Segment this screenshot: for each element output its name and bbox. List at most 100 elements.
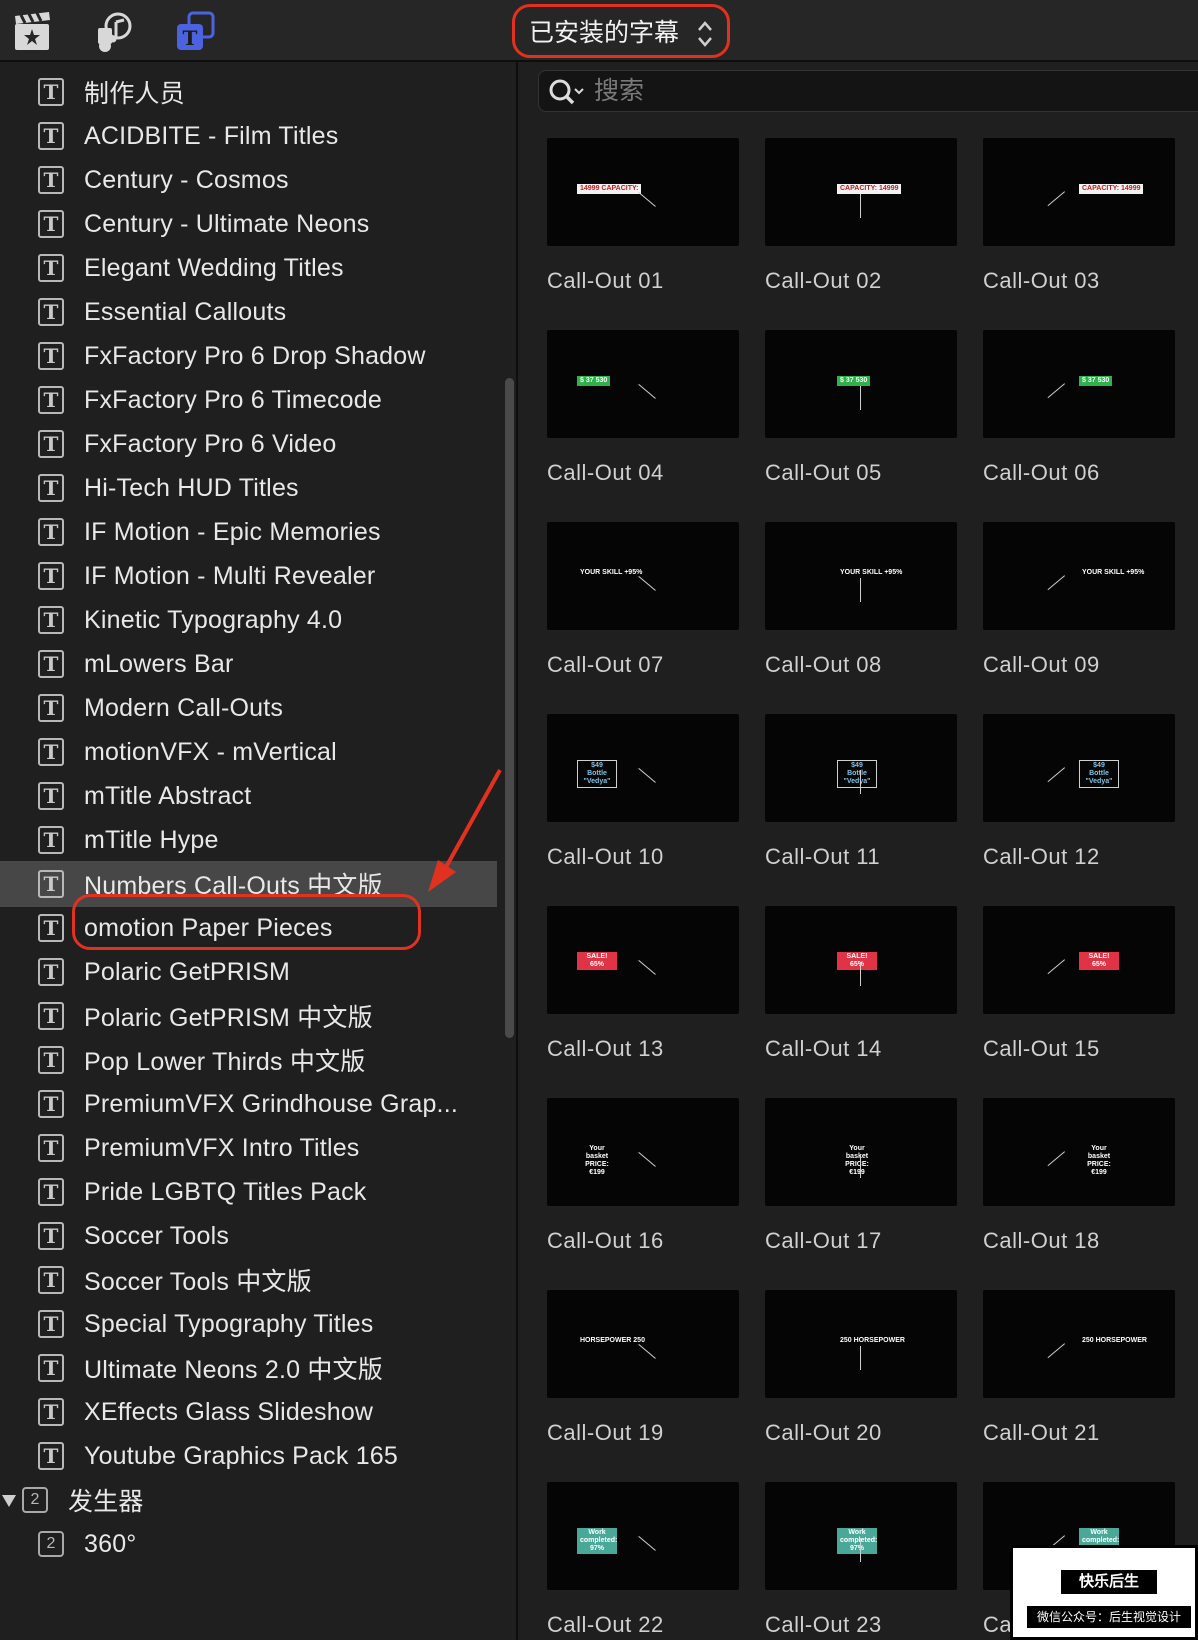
title-thumbnail: $ 37 530 (983, 330, 1175, 438)
title-template-icon: T (38, 1354, 64, 1382)
sidebar-item-label: Ultimate Neons 2.0 中文版 (84, 1356, 383, 1384)
title-tile-label: Call-Out 11 (765, 844, 881, 869)
title-template-icon: T (38, 1266, 64, 1294)
sidebar-group-label: 发生器 (68, 1488, 144, 1516)
sidebar-item[interactable]: T PremiumVFX Grindhouse Grap... (0, 1081, 497, 1127)
sidebar-scrollbar[interactable] (505, 378, 514, 1038)
sidebar-item[interactable]: T FxFactory Pro 6 Drop Shadow (0, 333, 497, 379)
title-tile-label: Call-Out 15 (983, 1036, 1100, 1061)
thumbnail-callout-tag: SALE! 65% (1079, 952, 1119, 970)
search-icon[interactable] (547, 77, 587, 112)
title-tile-label: Call-Out 21 (983, 1420, 1100, 1445)
sidebar-item-label: FxFactory Pro 6 Video (84, 429, 337, 458)
sidebar-item[interactable]: T Pop Lower Thirds 中文版 (0, 1037, 497, 1083)
sidebar-item[interactable]: T Soccer Tools 中文版 (0, 1257, 497, 1303)
thumbnail-callout-tag: CAPACITY: 14999 (1079, 184, 1144, 194)
sidebar-item[interactable]: T Kinetic Typography 4.0 (0, 597, 497, 643)
title-tile-label: Call-Out 22 (547, 1612, 664, 1637)
installed-titles-popup[interactable]: 已安装的字幕 (512, 4, 730, 58)
title-tile-label: Call-Out 04 (547, 460, 664, 485)
watermark-title: 快乐后生 (1061, 1570, 1157, 1594)
sidebar-item-label: Essential Callouts (84, 297, 287, 326)
thumbnail-leader-line (860, 770, 861, 794)
thumbnail-leader-line (860, 1538, 861, 1562)
sidebar-item-label: Youtube Graphics Pack 165 (84, 1441, 399, 1470)
title-tile-label: Call-Out 12 (983, 844, 1100, 869)
sidebar-item-label: mTitle Abstract (84, 781, 252, 810)
thumbnail-leader-line (638, 576, 656, 591)
title-thumbnail: YOUR SKILL +95% (765, 522, 957, 630)
sidebar-item-label: Century - Cosmos (84, 165, 289, 194)
sidebar-item[interactable]: T XEffects Glass Slideshow (0, 1389, 497, 1435)
sidebar-item-label: Modern Call-Outs (84, 693, 284, 722)
title-thumbnail: Your basket PRICE: €199 (983, 1098, 1175, 1206)
title-thumbnail: 250 HORSEPOWER (983, 1290, 1175, 1398)
sidebar-item[interactable]: T Youtube Graphics Pack 165 (0, 1433, 497, 1479)
title-thumbnail: Work completed: 97% (765, 1482, 957, 1590)
sidebar-item-label: mTitle Hype (84, 825, 219, 854)
sidebar-item-label: omotion Paper Pieces (84, 913, 333, 942)
sidebar-item[interactable]: T Ultimate Neons 2.0 中文版 (0, 1345, 497, 1391)
thumbnail-leader-line (638, 768, 656, 783)
sidebar-item[interactable]: T 制作人员 (0, 69, 497, 115)
search-input[interactable] (594, 75, 1174, 107)
sidebar-group-generators[interactable]: 2 发生器 (0, 1477, 497, 1523)
title-thumbnail: YOUR SKILL +95% (547, 522, 739, 630)
sidebar-item-label: Pop Lower Thirds 中文版 (84, 1048, 366, 1076)
title-template-icon: T (38, 1222, 64, 1250)
toolbar: T 已安装的字幕 (0, 0, 1198, 62)
title-template-icon: T (38, 738, 64, 766)
sidebar-item-label: Elegant Wedding Titles (84, 253, 344, 282)
title-template-icon: T (38, 826, 64, 854)
title-thumbnail: Your basket PRICE: €199 (547, 1098, 739, 1206)
sidebar-item[interactable]: T IF Motion - Epic Memories (0, 509, 497, 555)
sidebar-item-label: mLowers Bar (84, 649, 234, 678)
sidebar-item[interactable]: T Soccer Tools (0, 1213, 497, 1259)
title-template-icon: T (38, 386, 64, 414)
title-tile-label: Call-Out 05 (765, 460, 882, 485)
title-template-icon: T (38, 342, 64, 370)
sidebar-item[interactable]: T PremiumVFX Intro Titles (0, 1125, 497, 1171)
installed-titles-label: 已安装的字幕 (529, 19, 680, 47)
sidebar-item[interactable]: T FxFactory Pro 6 Video (0, 421, 497, 467)
thumbnail-callout-tag: Your basket PRICE: €199 (585, 1145, 609, 1176)
sidebar-item-generator[interactable]: 2 360° (0, 1521, 497, 1567)
title-template-icon: T (38, 1178, 64, 1206)
title-template-icon: T (38, 474, 64, 502)
sidebar-item[interactable]: T Hi-Tech HUD Titles (0, 465, 497, 511)
sidebar-item[interactable]: T Essential Callouts (0, 289, 497, 335)
title-tile-label: Call-Out 17 (765, 1228, 882, 1253)
disclosure-triangle-icon[interactable] (2, 1495, 16, 1507)
title-thumbnail: 14999 CAPACITY: (547, 138, 739, 246)
sidebar-item[interactable]: T Special Typography Titles (0, 1301, 497, 1347)
title-thumbnail: SALE! 65% (765, 906, 957, 1014)
titles-icon[interactable]: T (175, 10, 219, 54)
title-template-icon: T (38, 1134, 64, 1162)
sidebar-item-label: PremiumVFX Grindhouse Grap... (84, 1089, 458, 1118)
title-template-icon: T (38, 1090, 64, 1118)
thumbnail-leader-line (1047, 383, 1065, 399)
sidebar-item[interactable]: T Modern Call-Outs (0, 685, 497, 731)
sidebar-item[interactable]: T FxFactory Pro 6 Timecode (0, 377, 497, 423)
sidebar-item-label: Kinetic Typography 4.0 (84, 605, 343, 634)
sidebar-item-label: Century - Ultimate Neons (84, 209, 370, 238)
sidebar-item[interactable]: T Century - Ultimate Neons (0, 201, 497, 247)
sidebar-item[interactable]: T Pride LGBTQ Titles Pack (0, 1169, 497, 1215)
generator-badge-icon: 2 (22, 1487, 48, 1513)
sidebar-item[interactable]: T IF Motion - Multi Revealer (0, 553, 497, 599)
sidebar-item[interactable]: T Polaric GetPRISM (0, 949, 497, 995)
thumbnail-leader-line (1047, 767, 1065, 783)
sidebar-item[interactable]: T Elegant Wedding Titles (0, 245, 497, 291)
thumbnail-callout-tag: $ 37 530 (577, 376, 611, 386)
title-tile-label: Call-Out 13 (547, 1036, 664, 1061)
sidebar-item[interactable]: Tomotion Paper Pieces (0, 905, 497, 951)
sidebar-item[interactable]: T Century - Cosmos (0, 157, 497, 203)
thumbnail-leader-line (1047, 959, 1065, 975)
music-icon[interactable] (92, 10, 136, 54)
clapper-icon[interactable] (11, 10, 55, 54)
sidebar-item[interactable]: TmLowers Bar (0, 641, 497, 687)
sidebar-item[interactable]: T Polaric GetPRISM 中文版 (0, 993, 497, 1039)
title-tile-label: Call-Out 03 (983, 268, 1100, 293)
search-field[interactable] (538, 70, 1198, 112)
sidebar-item[interactable]: T ACIDBITE - Film Titles (0, 113, 497, 159)
